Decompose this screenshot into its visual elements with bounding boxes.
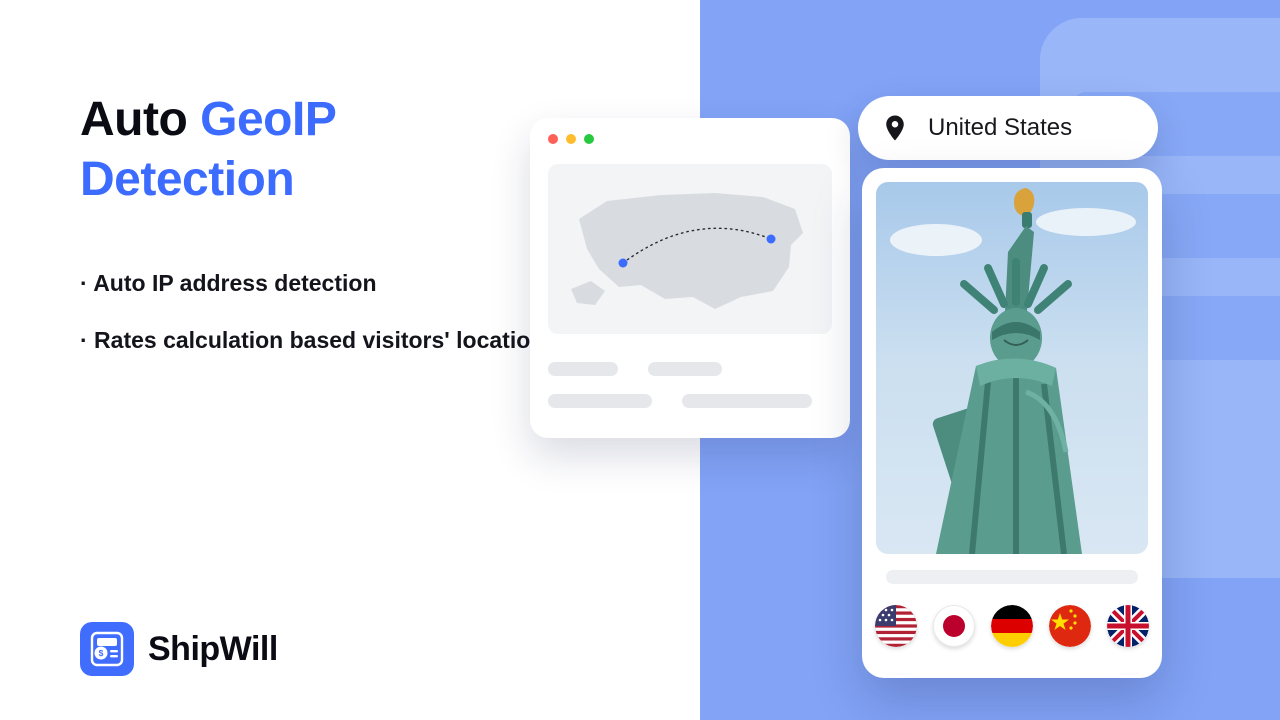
us-map-icon (548, 164, 832, 334)
title-word-1: Auto (80, 93, 187, 146)
skeleton-bar (648, 362, 722, 376)
shipwill-logo-icon: $ (80, 622, 134, 676)
brand-logo: $ ShipWill (80, 622, 278, 676)
marketing-slide: Auto GeoIP Detection · Auto IP address d… (0, 0, 1280, 720)
flag-gb-icon (1107, 605, 1149, 647)
skeleton-bar (682, 394, 812, 408)
calculator-dollar-icon: $ (89, 631, 125, 667)
title-word-2: GeoIP (200, 93, 336, 146)
flag-row (862, 602, 1162, 650)
statue-of-liberty-image (876, 182, 1148, 554)
country-pill: United States (858, 96, 1158, 160)
product-card (862, 168, 1162, 678)
map-preview-card (530, 118, 850, 438)
traffic-red-icon (548, 134, 558, 144)
location-pin-icon (878, 111, 912, 145)
flag-cn-icon (1049, 605, 1091, 647)
skeleton-bar (548, 394, 652, 408)
traffic-green-icon (584, 134, 594, 144)
skeleton-bar (886, 570, 1138, 584)
window-traffic-lights-icon (548, 134, 594, 144)
skeleton-row (548, 362, 832, 376)
flag-us-icon (875, 605, 917, 647)
svg-text:$: $ (99, 648, 104, 658)
skeleton-bar (548, 362, 618, 376)
brand-name: ShipWill (148, 630, 278, 669)
skeleton-row (548, 394, 832, 408)
country-label: United States (928, 114, 1072, 142)
title-word-3: Detection (80, 153, 294, 206)
flag-de-icon (991, 605, 1033, 647)
traffic-yellow-icon (566, 134, 576, 144)
flag-jp-icon (933, 605, 975, 647)
